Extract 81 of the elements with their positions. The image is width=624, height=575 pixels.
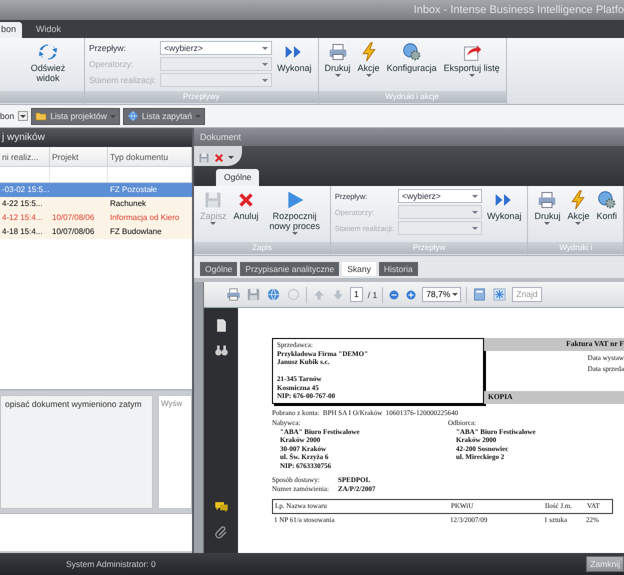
print-button[interactable]: Drukuj [322, 41, 353, 78]
folder-icon [35, 110, 48, 122]
table-cell-text: 4-12 15:4... [1, 212, 44, 224]
refresh-icon [38, 42, 58, 62]
window-title: Dokument [194, 128, 624, 146]
ribbon-tab[interactable]: bon [0, 22, 22, 38]
window-title: Inbox - Intense Business Intelligence Platfo [0, 0, 624, 20]
globe-gear-icon [596, 190, 617, 210]
table-row[interactable]: 4-18 15:4... 10/07/08/06 FZ Budowlane [0, 225, 192, 239]
ribbon-tab[interactable]: Widok [30, 22, 68, 38]
panel-title: j wyników [0, 128, 192, 147]
print-button[interactable]: Drukuj [532, 189, 562, 226]
table-cell-text: 10/07/08/06 [51, 212, 96, 224]
section-tab[interactable]: Ogólne [200, 262, 238, 276]
table-row[interactable]: 4-12 15:4... 10/07/08/06 Informacja od Kiero [0, 211, 192, 225]
configure-button[interactable]: Konfi [594, 189, 619, 222]
table-cell-text: 4-22 15:5... [1, 198, 44, 210]
configure-button[interactable]: Konfiguracja [384, 41, 439, 74]
cancel-button[interactable]: Anuluj [232, 189, 261, 222]
printer-icon [226, 287, 241, 302]
page-count: / 1 [368, 290, 378, 300]
zoom-out-icon [388, 288, 400, 300]
globe-icon [266, 287, 281, 302]
actions-button[interactable]: Akcje [565, 189, 592, 226]
save-icon [198, 152, 210, 164]
page-number-field[interactable]: 1 [350, 287, 363, 302]
table-cell-text: 10/07/08/06 [51, 226, 96, 238]
dropdown-field[interactable]: <wybierz> [160, 41, 272, 55]
table-cell-text: FZ Budowlane [109, 226, 163, 238]
binoculars-icon [214, 343, 228, 358]
actions-button[interactable]: Akcje [356, 41, 382, 78]
section-tab[interactable]: Skany [342, 262, 376, 276]
fit-page-icon [472, 287, 488, 302]
ribbon-tab[interactable]: Ogólne [216, 169, 260, 186]
paperclip-icon [214, 524, 228, 539]
description-text: opisać dokument wymieniono zatym [0, 395, 153, 509]
group-caption: Wydruki i [528, 242, 623, 254]
section-tab[interactable]: Historia [378, 262, 418, 276]
table-cell-text: FZ Pozostałe [109, 184, 158, 196]
column-header[interactable]: Projekt [50, 147, 108, 166]
field-label: Przepływ: [89, 43, 127, 53]
run-button[interactable]: Wykonaj [485, 189, 524, 222]
field-label: Operatorzy: [89, 59, 134, 69]
globe-gear-icon [402, 42, 422, 62]
save-icon [246, 287, 261, 302]
group-caption: Przepływ [330, 242, 528, 254]
caret-icon[interactable] [228, 156, 234, 159]
group-caption: Przepływy [85, 91, 318, 103]
export-button[interactable]: Eksportuj listę [442, 41, 502, 78]
group-caption: Wydruki i akcje [318, 91, 506, 103]
table-cell-text: Informacja od Kiero [109, 212, 180, 224]
printer-icon [537, 190, 558, 210]
view-tab[interactable]: Lista projektów [31, 108, 120, 124]
save-icon [203, 190, 224, 210]
globe-icon [126, 110, 139, 122]
section-tab[interactable]: Przypisanie analityczne [240, 262, 340, 276]
table-cell-text: 4-18 15:4... [1, 226, 44, 238]
start-button[interactable]: Rozpocznij nowy proces [264, 189, 326, 236]
group-caption: Zapis [194, 242, 330, 254]
down-arrow-icon [331, 288, 345, 302]
table-row[interactable]: 4-22 15:5... Rachunek [0, 197, 192, 211]
comment-icon [214, 499, 228, 514]
table-cell-text: Rachunek [109, 198, 148, 210]
collapsed-panel[interactable] [194, 282, 204, 553]
column-header[interactable]: ni realiz... [0, 147, 50, 166]
user-status: System Administrator: 0 [66, 559, 157, 569]
printer-icon [328, 42, 348, 62]
view-label: bon [0, 111, 14, 121]
snowflake-icon [492, 287, 508, 302]
field-label: Stanem realizacji: [89, 75, 156, 85]
side-panel: Wyśw [158, 395, 192, 509]
up-arrow-icon [312, 288, 326, 302]
dropdown-field[interactable]: <wybierz> [398, 189, 482, 203]
view-tab[interactable]: Lista zapytań [122, 108, 205, 124]
run-button[interactable]: Wykonaj [275, 41, 314, 74]
zoom-in-icon [405, 288, 418, 300]
refresh-button[interactable]: Odśwież widok [16, 41, 80, 84]
table-cell-text: -03-02 15:5... [1, 184, 50, 196]
zoom-dropdown[interactable]: 78,7% [422, 287, 462, 302]
dropdown-button[interactable] [18, 111, 28, 121]
cross-icon [213, 152, 225, 164]
